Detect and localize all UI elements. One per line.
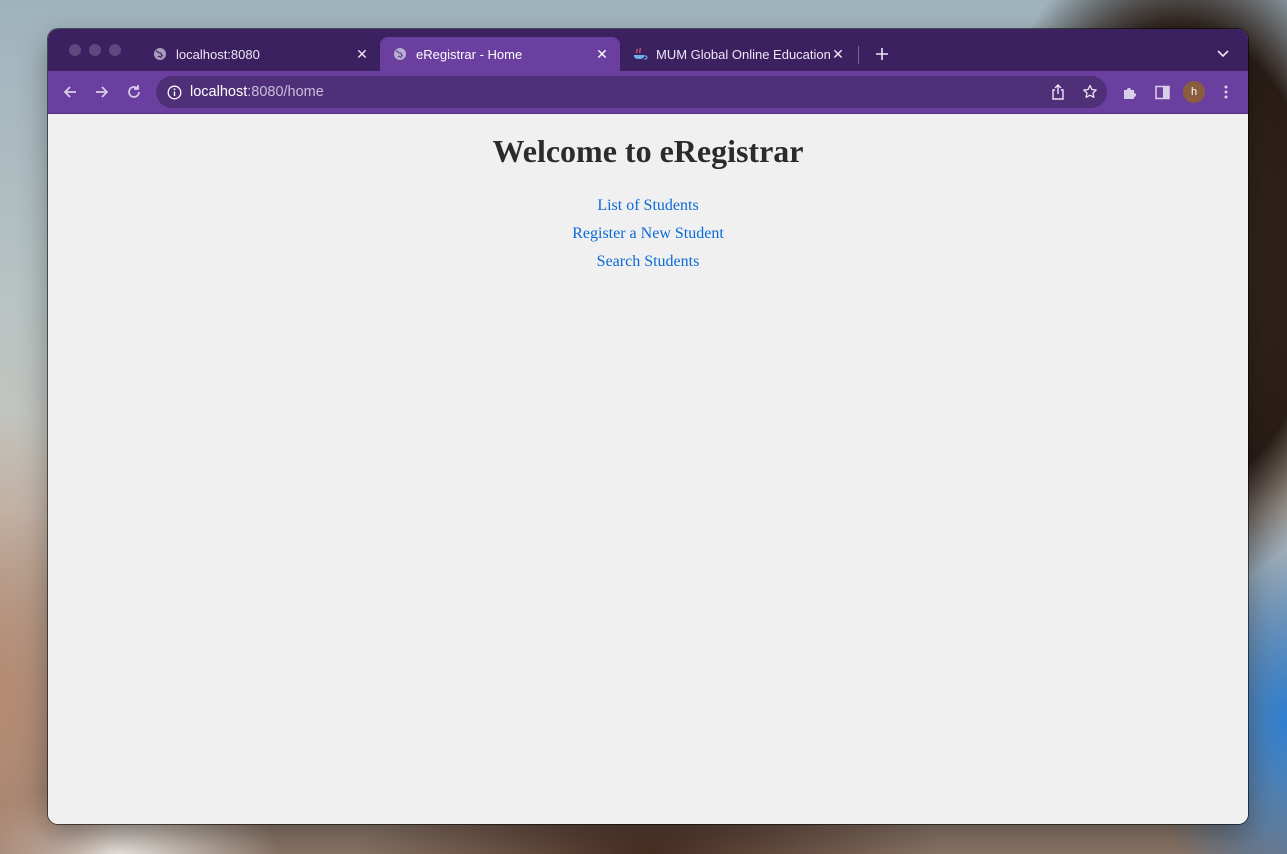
- profile-avatar[interactable]: h: [1183, 81, 1205, 103]
- close-tab-icon[interactable]: ✕: [354, 46, 370, 62]
- tab-title: MUM Global Online Education: [656, 46, 830, 62]
- browser-toolbar: localhost:8080/home h: [48, 71, 1248, 114]
- coffee-cup-icon: [632, 46, 648, 62]
- zoom-window-button[interactable]: [109, 44, 121, 56]
- close-window-button[interactable]: [69, 44, 81, 56]
- new-tab-plus-icon[interactable]: [871, 43, 893, 65]
- close-tab-icon[interactable]: ✕: [830, 46, 846, 62]
- globe-icon: [152, 46, 168, 62]
- forward-arrow-icon[interactable]: [90, 80, 114, 104]
- browser-window: localhost:8080 ✕ eRegistrar - Home ✕ MUM…: [48, 29, 1248, 824]
- side-panel-icon[interactable]: [1150, 80, 1174, 104]
- back-arrow-icon[interactable]: [58, 80, 82, 104]
- tab-strip: localhost:8080 ✕ eRegistrar - Home ✕ MUM…: [48, 29, 1248, 71]
- url-text: localhost:8080/home: [190, 84, 324, 100]
- globe-icon: [392, 46, 408, 62]
- share-icon[interactable]: [1046, 80, 1070, 104]
- tab-localhost[interactable]: localhost:8080 ✕: [140, 37, 380, 71]
- page-content: Welcome to eRegistrar List of Students R…: [48, 114, 1248, 824]
- reload-icon[interactable]: [122, 80, 146, 104]
- url-host: localhost: [190, 84, 248, 100]
- address-bar[interactable]: localhost:8080/home: [156, 76, 1107, 108]
- nav-links: List of Students Register a New Student …: [48, 192, 1248, 276]
- extensions-puzzle-icon[interactable]: [1118, 80, 1142, 104]
- menu-kebab-icon[interactable]: [1214, 80, 1238, 104]
- site-info-icon[interactable]: [166, 84, 182, 100]
- tab-eregistrar-home[interactable]: eRegistrar - Home ✕: [380, 37, 620, 71]
- url-path: :8080/home: [247, 84, 324, 100]
- tab-search-chevron-down-icon[interactable]: [1212, 43, 1234, 65]
- list-students-link[interactable]: List of Students: [48, 192, 1248, 220]
- bookmark-star-icon[interactable]: [1078, 80, 1102, 104]
- close-tab-icon[interactable]: ✕: [594, 46, 610, 62]
- tab-title: eRegistrar - Home: [416, 46, 523, 62]
- register-student-link[interactable]: Register a New Student: [48, 220, 1248, 248]
- tab-mum-global[interactable]: MUM Global Online Education ✕: [620, 37, 856, 71]
- page-title: Welcome to eRegistrar: [492, 133, 804, 169]
- search-students-link[interactable]: Search Students: [48, 248, 1248, 276]
- tab-separator: [858, 46, 859, 64]
- minimize-window-button[interactable]: [89, 44, 101, 56]
- tab-title: localhost:8080: [176, 46, 260, 62]
